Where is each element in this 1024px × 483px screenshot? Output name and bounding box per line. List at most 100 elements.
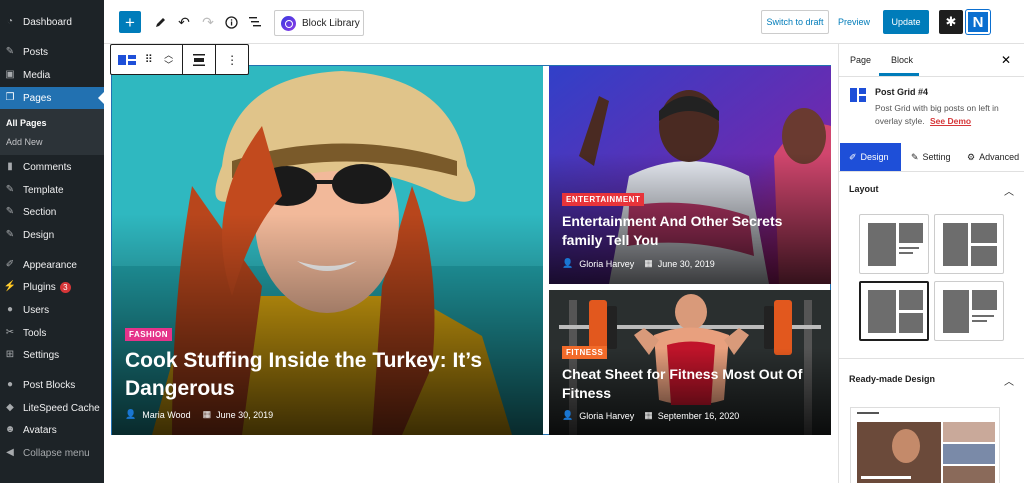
plugin-logo-button[interactable]: N xyxy=(966,10,990,34)
sidebar-item-appearance[interactable]: ✐ Appearance xyxy=(0,254,104,276)
close-icon: ✕ xyxy=(1001,53,1012,67)
sidebar-item-template[interactable]: ✎ Template xyxy=(0,179,104,201)
post-title[interactable]: Cheat Sheet for Fitness Most Out Of Fitn… xyxy=(562,365,822,403)
chevron-up-icon[interactable]: ︿ xyxy=(1004,183,1014,198)
sidebar-item-tools[interactable]: ✂ Tools xyxy=(0,322,104,344)
close-panel-button[interactable]: ✕ xyxy=(1001,53,1011,67)
media-icon: ▣ xyxy=(5,69,15,80)
plug-icon: ⚡ xyxy=(3,281,17,292)
post-author[interactable]: Gloria Harvey xyxy=(579,259,634,269)
calendar-icon: ▦ xyxy=(202,409,212,419)
block-type-button[interactable] xyxy=(111,45,143,74)
big-post-card[interactable]: FASHION Cook Stuffing Inside the Turkey:… xyxy=(112,66,543,435)
diamond-icon: ◆ xyxy=(6,402,14,413)
details-button[interactable] xyxy=(221,10,241,34)
post-grid-block[interactable]: FASHION Cook Stuffing Inside the Turkey:… xyxy=(111,65,831,435)
sidebar-item-design[interactable]: ✎ Design xyxy=(0,224,104,246)
sidebar-item-comments[interactable]: ▮ Comments xyxy=(0,156,104,178)
layout-line xyxy=(899,247,919,249)
sidebar-item-label: LiteSpeed Cache xyxy=(23,402,100,414)
sidebar-item-litespeed-cache[interactable]: ◆ LiteSpeed Cache xyxy=(0,397,104,419)
layout-heading[interactable]: Layout xyxy=(849,184,879,194)
tab-design[interactable]: ✐ Design xyxy=(840,143,901,171)
brush-icon: ✐ xyxy=(5,259,15,270)
tab-block[interactable]: Block xyxy=(891,55,913,65)
redo-button[interactable]: ↷ xyxy=(198,10,218,34)
sidebar-item-plugins[interactable]: ⚡ Plugins 3 xyxy=(0,276,104,298)
layout-cell xyxy=(899,223,923,243)
undo-button[interactable]: ↶ xyxy=(174,10,194,34)
chevron-up-icon[interactable]: ︿ xyxy=(1004,373,1014,388)
post-title[interactable]: Cook Stuffing Inside the Turkey: It’s Da… xyxy=(125,347,530,403)
block-toolbar: ⠿ ︿ ﹀ ⋮ xyxy=(110,44,249,75)
post-author[interactable]: Maria Wood xyxy=(142,410,190,420)
avatar-icon: ☻ xyxy=(4,424,16,435)
tab-advanced[interactable]: ⚙ Advanced xyxy=(967,143,1019,171)
sidebar-item-label: Design xyxy=(23,229,55,241)
layout-option-3-selected[interactable] xyxy=(859,281,929,341)
layout-option-1[interactable] xyxy=(859,214,929,274)
submenu-all-pages[interactable]: All Pages xyxy=(6,118,47,128)
category-badge[interactable]: FITNESS xyxy=(562,346,608,359)
calendar-icon: ▦ xyxy=(644,410,653,420)
wrench-icon: ✂ xyxy=(5,327,15,338)
sidebar-item-avatars[interactable]: ☻ Avatars xyxy=(0,419,104,441)
block-library-button[interactable]: Block Library xyxy=(274,10,364,36)
undo-icon: ↶ xyxy=(178,13,190,30)
settings-icon: ⊞ xyxy=(5,349,15,360)
editor-app: ◔ Dashboard ✎ Posts ▣ Media ❐ Pages All Page… xyxy=(0,0,1024,483)
post-title[interactable]: Entertainment And Other Secrets family T… xyxy=(562,212,817,250)
layout-option-2[interactable] xyxy=(934,214,1004,274)
redo-icon: ↷ xyxy=(202,13,214,30)
drag-handle[interactable]: ⠿ xyxy=(143,45,155,74)
chevron-up-icon[interactable]: ︿ xyxy=(164,50,173,60)
small-post-card[interactable]: FITNESS Cheat Sheet for Fitness Most Out… xyxy=(549,290,831,435)
preview-button[interactable]: Preview xyxy=(834,10,874,34)
tab-setting[interactable]: ✎ Setting xyxy=(911,143,951,171)
dashboard-icon: ◔ xyxy=(6,16,14,27)
layout-cell xyxy=(868,290,896,333)
sidebar-item-post-blocks[interactable]: ● Post Blocks xyxy=(0,374,104,396)
sidebar-item-settings[interactable]: ⊞ Settings xyxy=(0,344,104,366)
sidebar-item-pages[interactable]: ❐ Pages xyxy=(0,87,104,109)
more-options-button[interactable]: ⋮ xyxy=(216,45,248,74)
sidebar-item-media[interactable]: ▣ Media xyxy=(0,64,104,86)
users-icon: ● xyxy=(6,304,14,315)
tab-page[interactable]: Page xyxy=(850,55,871,65)
small-post-card[interactable]: ENTERTAINMENT Entertainment And Other Se… xyxy=(549,66,831,284)
sidebar-item-users[interactable]: ● Users xyxy=(0,299,104,321)
layout-option-4[interactable] xyxy=(934,281,1004,341)
layout-cell xyxy=(943,290,969,333)
sidebar-item-label: Avatars xyxy=(23,424,57,436)
tools-button[interactable] xyxy=(150,10,170,34)
sidebar-item-label: Template xyxy=(23,184,64,196)
post-date: September 16, 2020 xyxy=(657,410,740,421)
switch-to-draft-button[interactable]: Switch to draft xyxy=(761,10,829,34)
category-badge[interactable]: FASHION xyxy=(125,328,173,341)
pin-icon: ✎ xyxy=(5,184,15,195)
align-button[interactable] xyxy=(183,45,215,74)
update-button[interactable]: Update xyxy=(883,10,929,34)
sidebar-item-posts[interactable]: ✎ Posts xyxy=(0,41,104,63)
ready-made-design-heading[interactable]: Ready-made Design xyxy=(849,374,935,384)
sidebar-item-label: Comments xyxy=(23,161,72,173)
see-demo-link[interactable]: See Demo xyxy=(930,116,971,126)
sidebar-item-label: Tools xyxy=(23,327,47,339)
list-view-button[interactable] xyxy=(245,10,265,34)
submenu-add-new[interactable]: Add New xyxy=(6,137,43,147)
category-badge[interactable]: ENTERTAINMENT xyxy=(562,193,645,206)
collapse-menu[interactable]: ◀ Collapse menu xyxy=(0,442,104,464)
sidebar-item-label: Section xyxy=(23,206,57,218)
circle-icon: ● xyxy=(6,379,14,390)
ready-made-design-thumbnail[interactable] xyxy=(850,407,1000,483)
sidebar-item-section[interactable]: ✎ Section xyxy=(0,201,104,223)
move-block-buttons[interactable]: ︿ ﹀ xyxy=(155,45,183,74)
post-author[interactable]: Gloria Harvey xyxy=(579,411,634,421)
sidebar-item-dashboard[interactable]: ◔ Dashboard xyxy=(0,11,104,33)
add-block-button[interactable]: + xyxy=(119,11,141,33)
tab-design-label: Design xyxy=(860,152,889,162)
sidebar-item-label: Settings xyxy=(23,349,60,361)
pages-icon: ❐ xyxy=(5,92,15,103)
settings-button[interactable]: ✱ xyxy=(939,10,963,34)
chevron-down-icon[interactable]: ﹀ xyxy=(164,60,173,70)
